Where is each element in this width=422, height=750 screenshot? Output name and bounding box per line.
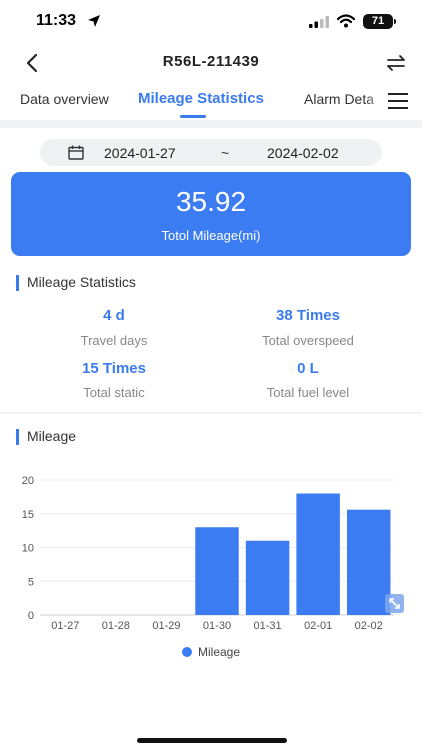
total-mileage-card: 35.92 Totol Mileage(mi)	[11, 172, 411, 256]
tab-data-overview[interactable]: Data overview	[20, 91, 109, 107]
status-bar: 11:33 71	[0, 0, 422, 44]
end-date[interactable]: 2024-02-02	[267, 145, 339, 161]
switch-arrows-icon[interactable]	[384, 51, 408, 75]
location-arrow-icon	[88, 15, 100, 27]
mileage-chart-title: Mileage	[16, 428, 76, 445]
bar-01-30	[195, 527, 239, 615]
legend-label: Mileage	[197, 645, 241, 659]
x-tick-label: 01-29	[152, 620, 180, 632]
menu-icon[interactable]	[384, 90, 410, 112]
total-fuel-value: 0 L	[297, 360, 319, 377]
section-divider	[0, 120, 422, 128]
calendar-icon	[68, 145, 84, 160]
chart-legend[interactable]: Mileage	[0, 645, 422, 659]
start-date[interactable]: 2024-01-27	[104, 145, 176, 161]
battery-indicator: 71	[363, 14, 393, 29]
battery-tip	[394, 19, 396, 24]
x-tick-label: 01-28	[102, 620, 130, 632]
bar-02-02	[346, 509, 391, 615]
total-fuel-label: Total fuel level	[266, 385, 350, 400]
tab-alarm-details[interactable]: Alarm Deta	[304, 91, 374, 107]
mileage-statistics-title: Mileage Statistics	[16, 274, 136, 291]
total-overspeed-label: Total overspeed	[262, 333, 354, 348]
travel-days-value: 4 d	[103, 307, 125, 324]
nav-bar: R56L-211439	[0, 44, 422, 80]
total-overspeed-value: 38 Times	[276, 307, 340, 324]
x-tick-label: 02-02	[355, 620, 383, 632]
x-tick-label: 01-30	[203, 620, 231, 632]
y-tick-label: 5	[28, 576, 34, 588]
mileage-bar-chart: 0 5 10 15 20 01-27 01-28 01-29 01-30 01-31 02-01 02…	[22, 475, 394, 632]
y-tick-label: 20	[22, 475, 34, 487]
travel-days-label: Travel days	[80, 333, 148, 348]
tab-bar: Data overview Mileage Statistics Alarm D…	[0, 84, 422, 120]
y-tick-label: 10	[22, 543, 34, 555]
x-tick-label: 01-27	[51, 620, 79, 632]
total-mileage-label: Totol Mileage(mi)	[161, 228, 261, 243]
date-separator: ~	[221, 145, 230, 161]
total-static-label: Total static	[83, 385, 145, 400]
page-title: R56L-211439	[162, 53, 260, 70]
y-tick-label: 0	[28, 610, 34, 622]
y-tick-label: 15	[22, 509, 34, 521]
total-static-value: 15 Times	[82, 360, 146, 377]
wifi-icon	[337, 14, 355, 28]
legend-swatch	[181, 647, 192, 657]
tab-mileage-statistics[interactable]: Mileage Statistics	[138, 90, 264, 107]
cellular-signal-icon	[309, 16, 329, 28]
x-tick-label: 02-01	[304, 620, 332, 632]
expand-chart-icon[interactable]	[385, 594, 404, 613]
active-tab-indicator	[180, 115, 206, 118]
status-time: 11:33	[36, 12, 77, 29]
date-range-picker[interactable]: 2024-01-27 ~ 2024-02-02	[40, 139, 382, 166]
x-tick-label: 01-31	[254, 620, 282, 632]
home-indicator	[137, 738, 287, 743]
total-mileage-value: 35.92	[175, 186, 247, 217]
bar-01-31	[245, 540, 290, 615]
section-divider-thin	[0, 412, 422, 414]
bar-02-01	[296, 493, 340, 615]
